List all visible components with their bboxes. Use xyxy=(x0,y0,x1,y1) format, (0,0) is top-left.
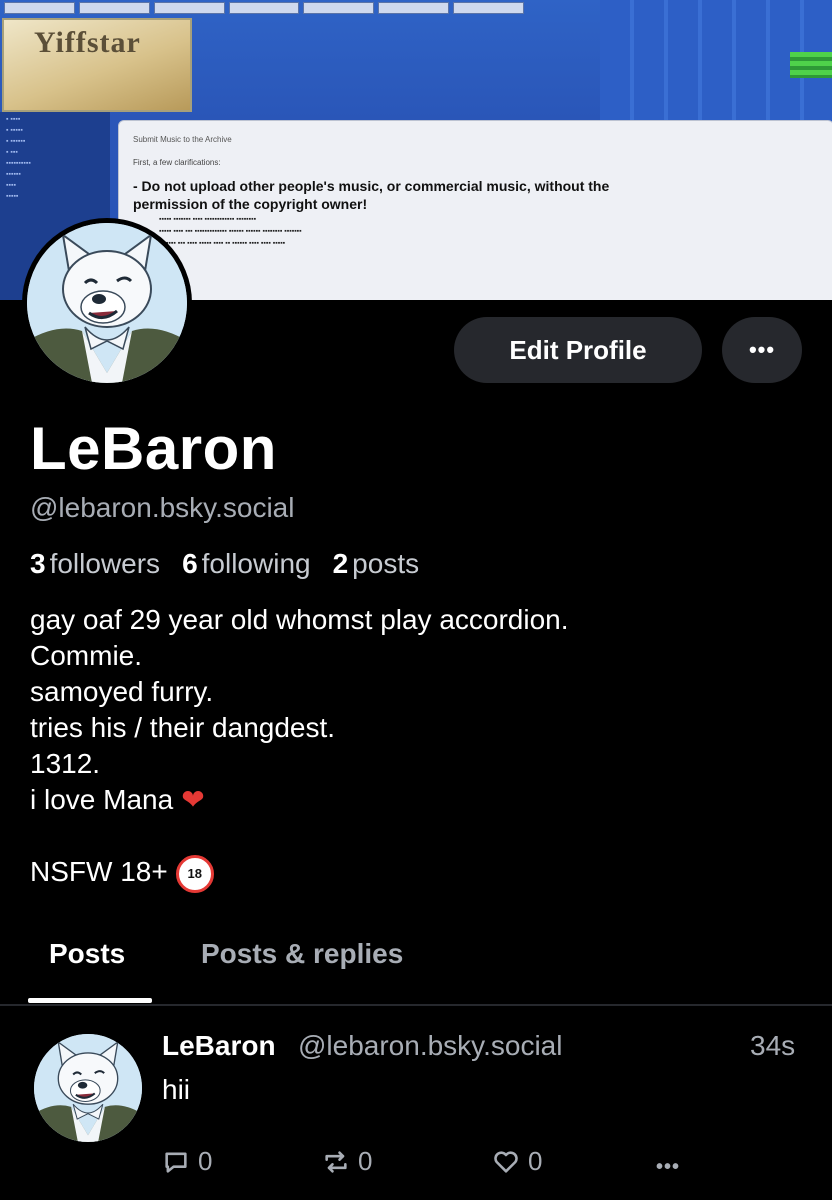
edit-profile-button[interactable]: Edit Profile xyxy=(454,317,702,383)
profile-avatar[interactable] xyxy=(22,218,192,388)
banner-nav xyxy=(0,0,525,14)
profile-stats: 3 followers 6 following 2 posts xyxy=(30,548,419,580)
profile-bio: gay oaf 29 year old whomst play accordio… xyxy=(30,602,569,893)
post-author-handle[interactable]: @lebaron.bsky.social xyxy=(298,1030,562,1062)
posts-stat: 2 posts xyxy=(333,548,420,580)
profile-handle: @lebaron.bsky.social xyxy=(30,492,295,523)
tab-posts-and-replies[interactable]: Posts & replies xyxy=(201,938,403,970)
bio-line: Commie. xyxy=(30,640,143,671)
active-tab-indicator xyxy=(28,998,152,1003)
profile-more-button[interactable]: ••• xyxy=(722,317,802,383)
like-button[interactable]: 0 xyxy=(492,1146,542,1177)
profile-tabs: Posts Posts & replies xyxy=(0,920,832,1006)
post-more-button[interactable]: ••• xyxy=(656,1156,680,1179)
followers-count: 3 xyxy=(30,548,46,579)
repost-button[interactable]: 0 xyxy=(322,1146,372,1177)
followers-label: followers xyxy=(49,548,161,579)
bio-line: samoyed furry. xyxy=(30,676,214,707)
bio-line: gay oaf 29 year old whomst play accordio… xyxy=(30,604,569,635)
bio-line: i love Mana xyxy=(30,784,174,815)
reply-icon xyxy=(165,1152,187,1173)
heart-outline-icon xyxy=(494,1150,518,1173)
posts-label: posts xyxy=(352,548,420,579)
post-timestamp[interactable]: 34s xyxy=(750,1030,795,1062)
like-count: 0 xyxy=(528,1146,543,1176)
banner-panel-rule-2: permission of the copyright owner! xyxy=(133,196,368,212)
bio-nsfw-text: NSFW 18+ xyxy=(30,856,168,887)
no-under-18-icon: 18 xyxy=(175,854,214,893)
following-label: following xyxy=(201,548,311,579)
banner-panel-intro: First, a few clarifications: xyxy=(133,158,221,167)
banner-logo-text: Yiffstar xyxy=(34,26,141,59)
repost-icon xyxy=(325,1150,347,1173)
bio-line: 1312. xyxy=(30,748,101,779)
reply-count: 0 xyxy=(198,1146,213,1176)
posts-count: 2 xyxy=(332,548,349,579)
profile-display-name: LeBaron xyxy=(30,415,277,482)
bio-nsfw-line: NSFW 18+ 18 xyxy=(30,854,569,893)
reply-button[interactable]: 0 xyxy=(162,1146,212,1177)
bio-line: tries his / their dangdest. xyxy=(30,712,336,743)
repost-count: 0 xyxy=(358,1146,373,1176)
banner-panel: Submit Music to the Archive First, a few… xyxy=(118,120,832,300)
banner-logo: Yiffstar xyxy=(2,18,192,112)
bio-line-mana: i love Mana ❤ xyxy=(30,782,569,818)
banner-panel-rule-1: - Do not upload other people's music, or… xyxy=(133,178,610,194)
followers-link[interactable]: 3 followers xyxy=(30,548,160,580)
heart-icon: ❤ xyxy=(181,784,205,815)
following-link[interactable]: 6 following xyxy=(182,548,311,580)
post-text: hii xyxy=(162,1074,191,1105)
banner-panel-title: Submit Music to the Archive xyxy=(133,135,232,144)
post-author-avatar[interactable] xyxy=(34,1034,142,1142)
post-author-name[interactable]: LeBaron xyxy=(162,1030,276,1062)
following-count: 6 xyxy=(182,548,198,579)
tab-posts[interactable]: Posts xyxy=(49,938,125,970)
banner-green-bars xyxy=(790,52,832,78)
